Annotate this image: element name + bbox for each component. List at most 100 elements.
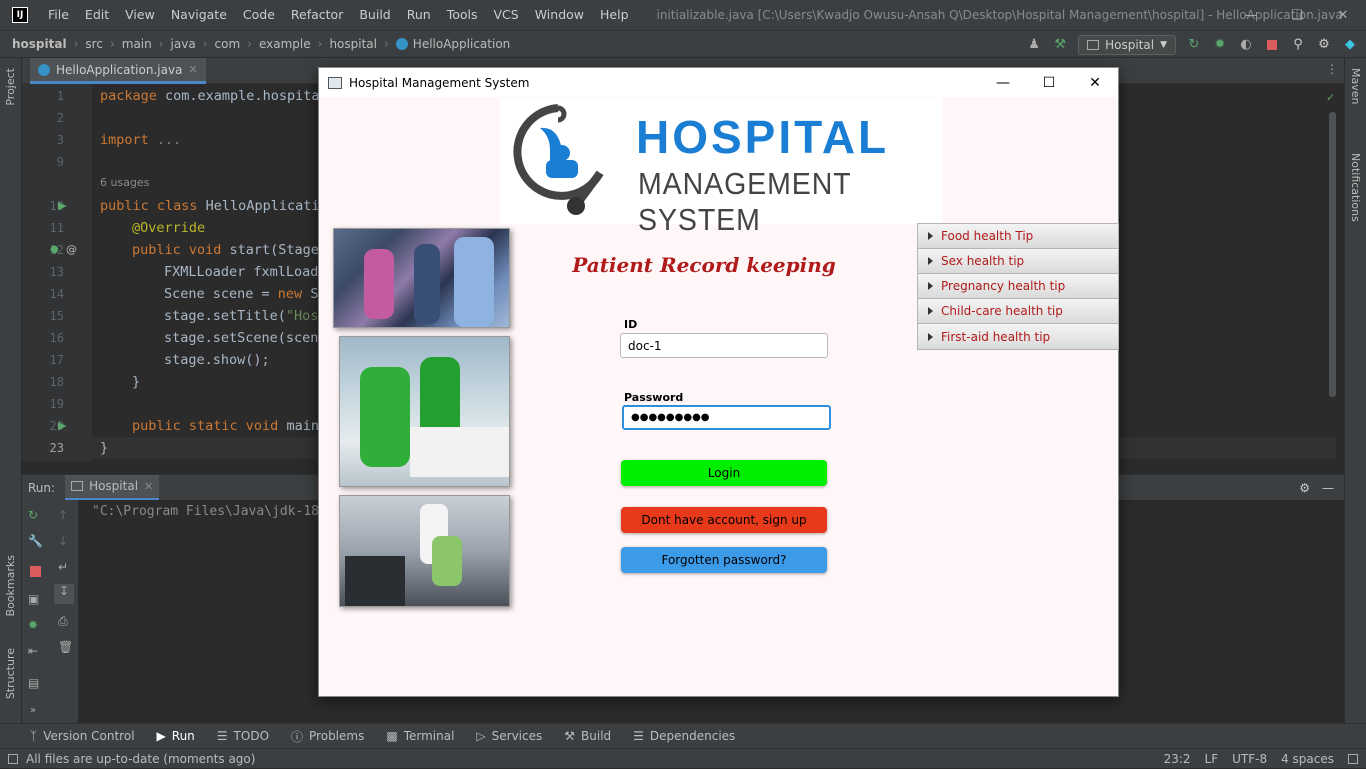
console-output[interactable]: "C:\Program Files\Java\jdk-18 [92, 504, 319, 519]
more-icon[interactable]: ⋮ [1326, 62, 1338, 76]
tool-problems[interactable]: ⓘ Problems [291, 728, 364, 745]
coverage-icon[interactable]: ◐ [1238, 37, 1254, 53]
menu-refactor[interactable]: Refactor [283, 0, 351, 30]
usages-hint[interactable]: 6 usages [100, 176, 149, 189]
tool-run[interactable]: ▶ Run [157, 729, 195, 743]
debug-icon[interactable]: ✹ [1212, 37, 1228, 53]
stop-icon[interactable] [1264, 37, 1280, 53]
up-arrow-icon[interactable]: ↑ [58, 508, 68, 522]
breadcrumb-package-hospital[interactable]: hospital [329, 37, 377, 51]
caret-position[interactable]: 23:2 [1164, 752, 1191, 766]
debug-icon[interactable]: ✹ [28, 618, 38, 632]
login-button[interactable]: Login [621, 460, 827, 486]
line-separator[interactable]: LF [1205, 752, 1219, 766]
plugin-icon[interactable]: ◆ [1342, 37, 1358, 53]
menu-run[interactable]: Run [399, 0, 439, 30]
editor-scrollbar[interactable] [1329, 112, 1336, 397]
tip-pregnancy[interactable]: Pregnancy health tip [918, 274, 1118, 299]
menu-file[interactable]: File [40, 0, 77, 30]
menu-window[interactable]: Window [527, 0, 592, 30]
run-gutter-icon[interactable]: ▶ [58, 419, 66, 432]
implements-gutter-icon[interactable]: ● [50, 244, 59, 255]
minimize-icon[interactable]: — [980, 68, 1026, 97]
editor-tab[interactable]: HelloApplication.java ✕ [30, 58, 206, 84]
tool-terminal[interactable]: ▩ Terminal [386, 729, 454, 743]
breadcrumb-main[interactable]: main [122, 37, 152, 51]
run-tab[interactable]: Hospital ✕ [65, 474, 160, 501]
camera-icon[interactable]: ▣ [28, 592, 39, 606]
tip-sex[interactable]: Sex health tip [918, 249, 1118, 274]
run-gutter-icon[interactable]: ▶ [58, 199, 66, 212]
gear-icon[interactable]: ⚙ [1316, 37, 1332, 53]
breadcrumb-java[interactable]: java [171, 37, 196, 51]
breadcrumb-example[interactable]: example [259, 37, 311, 51]
menu-edit[interactable]: Edit [77, 0, 117, 30]
more-icon[interactable]: » [30, 705, 36, 716]
tool-version-control[interactable]: ᛉ Version Control [30, 729, 135, 743]
override-gutter-icon[interactable]: @ [66, 243, 77, 256]
page-heading: Patient Record keeping [572, 253, 836, 277]
tool-bookmarks[interactable]: Bookmarks [4, 555, 17, 616]
close-tab-icon[interactable]: ✕ [188, 63, 197, 76]
app-title-bar: Hospital Management System — ☐ ✕ [319, 68, 1118, 97]
minimize-panel-icon[interactable]: — [1322, 481, 1334, 495]
down-arrow-icon[interactable]: ↓ [58, 534, 68, 548]
tool-services[interactable]: ▷ Services [476, 729, 542, 743]
scroll-to-end-icon[interactable]: ↧ [54, 584, 74, 604]
breadcrumb-hospital[interactable]: hospital [12, 37, 67, 51]
menu-build[interactable]: Build [351, 0, 398, 30]
restore-icon[interactable]: ❏ [1274, 0, 1320, 30]
indent-setting[interactable]: 4 spaces [1281, 752, 1334, 766]
close-tab-icon[interactable]: ✕ [144, 480, 153, 493]
tip-first-aid[interactable]: First-aid health tip [918, 324, 1118, 349]
breadcrumb-com[interactable]: com [215, 37, 241, 51]
tool-maven[interactable]: Maven [1349, 68, 1362, 104]
trash-icon[interactable]: 🗑 [58, 640, 73, 654]
lock-icon[interactable] [1348, 754, 1358, 764]
search-icon[interactable]: ⚲ [1290, 37, 1306, 53]
wrench-icon[interactable]: 🔧 [28, 534, 43, 548]
tip-food[interactable]: Food health Tip [918, 224, 1118, 249]
rerun-icon[interactable]: ↻ [1186, 37, 1202, 53]
tip-child-care[interactable]: Child-care health tip [918, 299, 1118, 324]
menu-code[interactable]: Code [235, 0, 283, 30]
print-icon[interactable]: ⎙ [58, 614, 68, 629]
rerun-icon[interactable]: ↻ [28, 508, 38, 522]
user-icon[interactable]: ♟ [1026, 37, 1042, 53]
health-tips-accordion: Food health Tip Sex health tip Pregnancy… [917, 223, 1119, 350]
tool-dependencies[interactable]: ☰ Dependencies [633, 729, 735, 743]
soft-wrap-icon[interactable]: ↵ [58, 560, 68, 574]
close-icon[interactable]: ✕ [1072, 68, 1118, 97]
intellij-logo-icon[interactable]: IJ [12, 7, 28, 23]
menu-tools[interactable]: Tools [439, 0, 486, 30]
menu-navigate[interactable]: Navigate [163, 0, 235, 30]
breadcrumb-class[interactable]: HelloApplication [413, 37, 510, 51]
tool-build[interactable]: ⚒ Build [564, 729, 611, 743]
id-field[interactable]: doc-1 [620, 333, 828, 358]
signup-button[interactable]: Dont have account, sign up [621, 507, 827, 533]
status-window-icon[interactable] [8, 753, 18, 764]
run-configuration-select[interactable]: Hospital ▼ [1078, 34, 1176, 55]
build-hammer-icon[interactable]: ⚒ [1052, 37, 1068, 53]
maximize-icon[interactable]: ☐ [1026, 68, 1072, 97]
inspection-ok-icon[interactable]: ✓ [1327, 90, 1334, 104]
tool-structure[interactable]: Structure [4, 648, 17, 699]
breadcrumb-src[interactable]: src [85, 37, 103, 51]
file-encoding[interactable]: UTF-8 [1232, 752, 1267, 766]
stop-icon[interactable] [30, 566, 41, 577]
tool-notifications[interactable]: Notifications [1349, 153, 1362, 222]
code-text: } [100, 440, 109, 456]
tool-todo[interactable]: ☰ TODO [217, 729, 269, 743]
tool-project[interactable]: Project [4, 68, 17, 106]
exit-icon[interactable]: ⇤ [28, 644, 38, 658]
menu-view[interactable]: View [117, 0, 163, 30]
close-icon[interactable]: ✕ [1320, 0, 1366, 30]
password-field[interactable]: ●●●●●●●●● [622, 405, 831, 430]
menu-vcs[interactable]: VCS [486, 0, 527, 30]
gear-icon[interactable]: ⚙ [1299, 481, 1310, 495]
layout-icon[interactable]: ▤ [28, 676, 39, 690]
forgot-password-button[interactable]: Forgotten password? [621, 547, 827, 573]
line-number: 13 [49, 265, 64, 279]
menu-help[interactable]: Help [592, 0, 637, 30]
minimize-icon[interactable]: — [1228, 0, 1274, 30]
